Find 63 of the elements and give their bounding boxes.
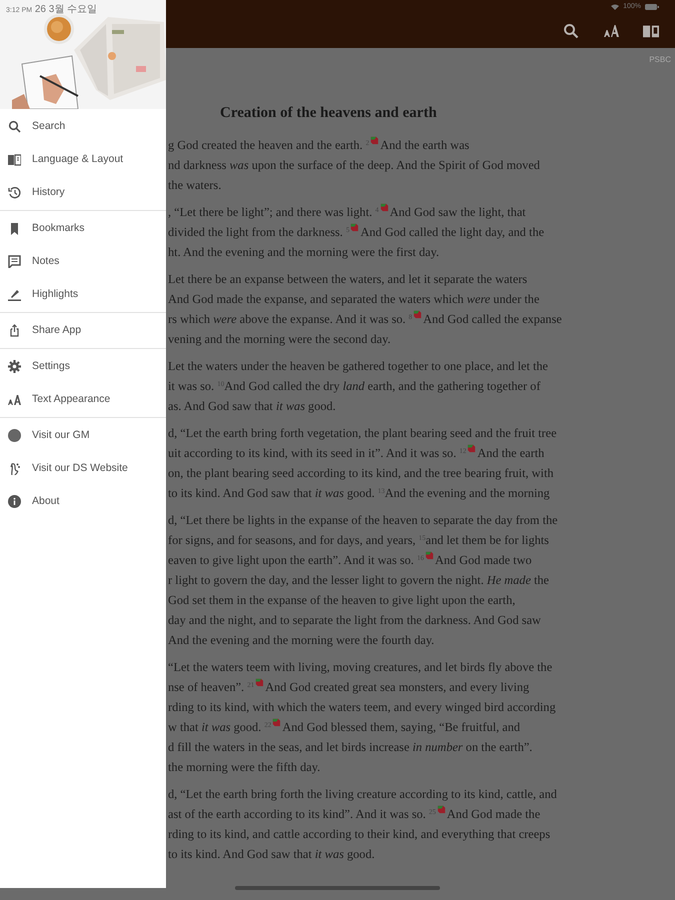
verse-text: nd darkness was upon the surface of the deep. And the Spirit of God moved xyxy=(168,158,540,172)
menu-item[interactable]: Highlights xyxy=(0,278,166,311)
menu-item[interactable]: Notes xyxy=(0,245,166,278)
verse-text: ht. And the evening and the morning were the first day. xyxy=(168,244,440,258)
highlighter-icon xyxy=(8,288,21,301)
verse-text: And God created great sea monsters, and every living xyxy=(265,680,530,694)
menu-item[interactable]: Visit our DS Website xyxy=(0,452,166,485)
verse-text: God set them in the expanse of the heaven to give light upon the earth, xyxy=(168,592,516,606)
menu-item[interactable]: History xyxy=(0,176,166,209)
verse-text: r light to govern the day, and the lesser light to govern the night. He made the xyxy=(168,572,550,586)
bookmark-icon xyxy=(8,222,21,235)
verse-text: day and the night, and to separate the light from the darkness. And God saw xyxy=(168,612,541,626)
verse-text: rding to its kind, and cattle according to their kind, and everything that creeps xyxy=(168,826,550,840)
verse-text: d fill the waters in the seas, and let birds increase in number on the earth”. xyxy=(168,740,532,754)
info-icon xyxy=(8,495,21,508)
verse-text: vening and the morning were the second day. xyxy=(168,332,391,346)
verse-text: Let there be an expanse between the waters, and let it separate the waters xyxy=(168,272,528,286)
notes-icon xyxy=(8,255,21,268)
verse-text: And God called the expanse xyxy=(423,312,562,326)
verse-text: as. And God saw that it was good. xyxy=(168,398,336,412)
verse-text: on, the plant bearing seed according to its kind, and the tree bearing fruit, with xyxy=(168,466,554,480)
share-icon xyxy=(8,324,21,337)
menu-item[interactable]: Visit our GM xyxy=(0,419,166,452)
wifi-icon xyxy=(611,4,620,10)
verse-text: the waters. xyxy=(168,178,222,192)
history-icon xyxy=(8,186,21,199)
settings-icon xyxy=(8,360,21,373)
verse-text: the morning were the fifth day. xyxy=(168,760,320,774)
verse-text: And the evening and the morning were the fourth day. xyxy=(168,632,434,646)
verse-text: And God made two xyxy=(434,552,532,566)
battery-icon xyxy=(645,4,659,10)
verse-text: And God saw the light, that xyxy=(390,204,526,218)
verse-text: rding to its kind, with which the waters teem, and every winged bird according xyxy=(168,700,556,714)
menu-item[interactable]: Bookmarks xyxy=(0,212,166,245)
verse-text: And the earth was xyxy=(380,138,470,152)
text-size-icon xyxy=(8,393,21,406)
verse-text: And the earth xyxy=(477,446,544,460)
verse-text: Let the waters under the heaven be gathered together to one place, and let the xyxy=(168,358,548,372)
verse-text: And God blessed them, saying, “Be fruitful, and xyxy=(282,720,520,734)
verse-text: d, “Let the earth bring forth the living creature according to its kind, cattle, and xyxy=(168,786,557,800)
search-icon xyxy=(8,120,21,133)
menu-item[interactable]: Search xyxy=(0,110,166,143)
verse-text: d, “Let the earth bring forth vegetation, the plant bearing seed and the fruit tree xyxy=(168,426,557,440)
circle-icon xyxy=(8,429,21,442)
verse-text: And God made the expanse, and separated the waters which were under the xyxy=(168,292,540,306)
verse-text: to its kind. And God saw that it was good. xyxy=(168,846,375,860)
search-icon[interactable] xyxy=(563,23,579,39)
chapter-heading: Creation of the heavens and earth xyxy=(220,104,438,123)
menu-item[interactable]: About xyxy=(0,485,166,518)
menu-item[interactable]: Language & Layout xyxy=(0,143,166,176)
book-icon xyxy=(8,153,21,166)
menu-item[interactable]: Settings xyxy=(0,350,166,383)
menu-item[interactable]: Text Appearance xyxy=(0,383,166,416)
book-icon[interactable] xyxy=(643,23,659,39)
verse-text: And God made the xyxy=(446,806,540,820)
text-size-icon[interactable] xyxy=(603,23,619,39)
verse-text: d, “Let there be lights in the expanse of the heaven to separate the day from the xyxy=(168,512,558,526)
home-indicator[interactable] xyxy=(235,886,440,890)
version-label: PSBC xyxy=(648,54,672,66)
verse-text: And God called the light day, and the xyxy=(360,224,544,238)
verse-text: “Let the waters teem with living, moving creatures, and let birds fly above the xyxy=(168,660,552,674)
status-date: 26 3월 수요일 xyxy=(34,4,98,15)
menu-item[interactable]: Share App xyxy=(0,314,166,347)
